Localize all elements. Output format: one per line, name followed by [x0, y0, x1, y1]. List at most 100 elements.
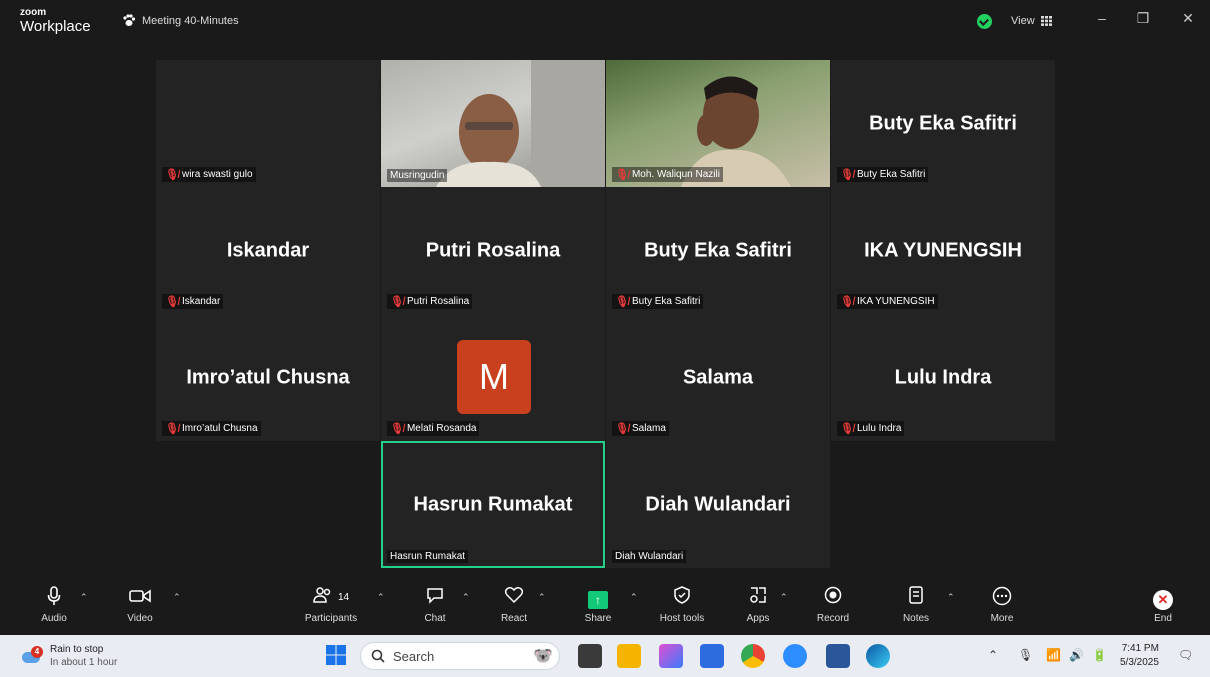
apps-button[interactable]: Apps	[740, 586, 776, 624]
participant-tile[interactable]: 🎙︎̸ wira swasti gulo	[156, 60, 380, 187]
task-view-icon[interactable]	[578, 644, 602, 668]
tray-chevron-up-icon[interactable]: ⌃	[988, 648, 998, 662]
audio-options-chevron-icon[interactable]: ⌃	[80, 592, 88, 603]
participant-tile[interactable]: Putri Rosalina 🎙︎̸ Putri Rosalina	[381, 187, 605, 314]
participant-label-text: Lulu Indra	[856, 423, 902, 434]
participant-tile-video[interactable]: Musringudin	[381, 60, 605, 187]
tray-wifi-icon[interactable]: 📶	[1046, 648, 1061, 662]
participant-name: Iskandar	[226, 239, 310, 261]
tray-microphone-icon[interactable]: 🎙	[1018, 648, 1033, 662]
meeting-info[interactable]: Meeting 40-Minutes	[122, 14, 239, 27]
close-window-button[interactable]: ✕	[1176, 10, 1200, 27]
copilot-icon[interactable]	[659, 644, 683, 668]
notifications-icon[interactable]: 🗨	[1178, 648, 1193, 662]
tray-battery-icon[interactable]: 🔋	[1092, 648, 1107, 662]
video-gallery: 🎙︎̸ wira swasti gulo Musringudin 🎙︎̸ Moh…	[0, 44, 1210, 580]
clock-date: 5/3/2025	[1120, 657, 1159, 668]
participant-name: Imro’atul Chusna	[186, 366, 350, 388]
participant-tile-video[interactable]: 🎙︎̸ Moh. Waliqun Nazili	[606, 60, 830, 187]
windows-taskbar: 4 Rain to stop In about 1 hour Search 🐨 …	[0, 635, 1210, 677]
file-explorer-icon[interactable]	[617, 644, 641, 668]
zoom-app-icon[interactable]	[783, 644, 807, 668]
title-bar: zoom Workplace Meeting 40-Minutes View –…	[0, 0, 1210, 44]
record-button[interactable]: Record	[814, 586, 852, 624]
share-button[interactable]: ↑ Share	[580, 586, 616, 624]
participant-tile[interactable]: Imro’atul Chusna 🎙︎̸ Imro’atul Chusna	[156, 314, 380, 441]
participant-label-text: Putri Rosalina	[406, 296, 470, 307]
chat-options-chevron-icon[interactable]: ⌃	[462, 592, 470, 603]
participant-label: Hasrun Rumakat	[387, 550, 469, 563]
mic-muted-icon: 🎙︎̸	[390, 296, 404, 308]
more-label: More	[990, 613, 1014, 624]
participant-tile[interactable]: Salama 🎙︎̸ Salama	[606, 314, 830, 441]
notes-options-chevron-icon[interactable]: ⌃	[947, 592, 955, 603]
participant-tile[interactable]: M 🎙︎̸ Melati Rosanda	[381, 314, 605, 441]
participants-options-chevron-icon[interactable]: ⌃	[377, 592, 385, 603]
weather-badge: 4	[31, 646, 43, 658]
participant-label-text: Diah Wulandari	[615, 551, 684, 562]
edge-icon[interactable]	[866, 644, 890, 668]
microphone-icon	[36, 586, 72, 610]
participant-tile[interactable]: Diah Wulandari Diah Wulandari	[606, 441, 830, 568]
active-speaker-tile[interactable]: Hasrun Rumakat Hasrun Rumakat	[381, 441, 605, 568]
participant-tile[interactable]: IKA YUNENGSIH 🎙︎̸ IKA YUNENGSIH	[831, 187, 1055, 314]
react-button[interactable]: React	[497, 586, 531, 624]
participant-label-text: Hasrun Rumakat	[390, 551, 466, 562]
weather-widget[interactable]: 4 Rain to stop In about 1 hour	[22, 643, 117, 669]
restore-button[interactable]: ❐	[1131, 10, 1155, 27]
windows-start-icon[interactable]	[325, 644, 349, 668]
video-options-chevron-icon[interactable]: ⌃	[173, 592, 181, 603]
taskbar-clock[interactable]: 7:41 PM 5/3/2025	[1120, 642, 1159, 670]
participants-icon: 14	[298, 586, 364, 610]
mail-icon[interactable]	[700, 644, 724, 668]
mic-muted-icon: 🎙︎̸	[840, 423, 854, 435]
participant-label: 🎙︎̸ Buty Eka Safitri	[837, 167, 929, 182]
mic-muted-icon: 🎙︎̸	[840, 296, 854, 308]
weather-title: Rain to stop	[50, 644, 104, 655]
tray-volume-icon[interactable]: 🔊	[1069, 648, 1084, 662]
heart-icon	[497, 586, 531, 610]
end-meeting-button[interactable]: ✕ End	[1148, 586, 1178, 624]
participant-label: 🎙︎̸ Buty Eka Safitri	[612, 294, 704, 309]
participant-tile[interactable]: Lulu Indra 🎙︎̸ Lulu Indra	[831, 314, 1055, 441]
weather-subtitle: In about 1 hour	[50, 657, 118, 668]
apps-options-chevron-icon[interactable]: ⌃	[780, 592, 788, 603]
audio-button[interactable]: Audio	[36, 586, 72, 624]
participant-label: 🎙︎̸ Melati Rosanda	[387, 421, 480, 436]
more-button[interactable]: More	[984, 586, 1020, 624]
mic-muted-icon: 🎙︎̸	[615, 423, 629, 435]
participant-tile[interactable]: Buty Eka Safitri 🎙︎̸ Buty Eka Safitri	[606, 187, 830, 314]
view-button[interactable]: View	[1011, 15, 1052, 27]
search-highlight-icon: 🐨	[533, 648, 553, 665]
participant-name: IKA YUNENGSIH	[864, 239, 1022, 261]
participant-name: Buty Eka Safitri	[644, 239, 792, 261]
participant-label-text: Imro’atul Chusna	[181, 423, 258, 434]
react-options-chevron-icon[interactable]: ⌃	[538, 592, 546, 603]
participant-name: Buty Eka Safitri	[869, 112, 1017, 134]
participant-name: Hasrun Rumakat	[413, 493, 573, 515]
mic-muted-icon: 🎙︎̸	[840, 169, 854, 181]
video-button[interactable]: Video	[122, 586, 158, 624]
notes-label: Notes	[902, 613, 930, 624]
participant-label-text: Iskandar	[181, 296, 221, 307]
participant-label: Musringudin	[387, 169, 448, 182]
participants-button[interactable]: 14 Participants	[298, 586, 364, 624]
notes-button[interactable]: Notes	[898, 586, 934, 624]
minimize-button[interactable]: –	[1090, 10, 1114, 26]
taskbar-search-box[interactable]: Search 🐨	[360, 642, 560, 670]
share-options-chevron-icon[interactable]: ⌃	[630, 592, 638, 603]
participant-label: 🎙︎̸ Moh. Waliqun Nazili	[612, 167, 723, 182]
participant-label-text: Moh. Waliqun Nazili	[631, 169, 720, 180]
participant-tile[interactable]: Buty Eka Safitri 🎙︎̸ Buty Eka Safitri	[831, 60, 1055, 187]
clock-time: 7:41 PM	[1121, 643, 1159, 654]
participant-tile[interactable]: Iskandar 🎙︎̸ Iskandar	[156, 187, 380, 314]
security-shield-icon[interactable]	[977, 14, 992, 29]
participant-video-feed	[436, 60, 605, 187]
participant-avatar: M	[457, 340, 531, 414]
word-icon[interactable]	[826, 644, 850, 668]
chrome-icon[interactable]	[741, 644, 765, 668]
chat-button[interactable]: Chat	[418, 586, 452, 624]
shield-icon	[652, 586, 712, 610]
host-tools-button[interactable]: Host tools	[652, 586, 712, 624]
share-screen-icon: ↑	[588, 591, 608, 609]
